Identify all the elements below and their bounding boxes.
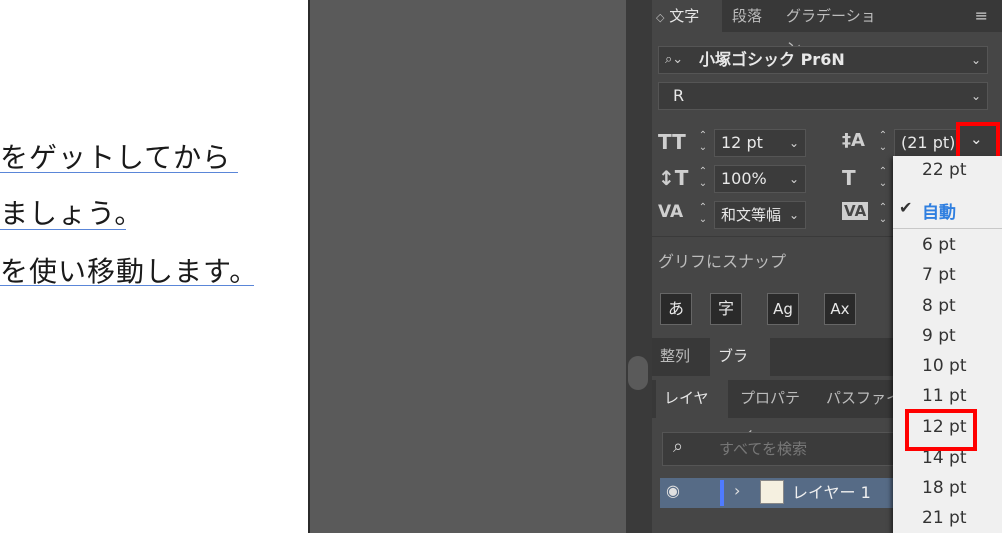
panel-menu-icon[interactable]: ≡ [975,0,988,32]
chevron-down-icon[interactable]: ⌄ [789,130,799,156]
kerning-field[interactable]: 和文等幅 ⌄ [714,201,806,229]
text-baseline-3 [0,285,254,286]
snap-proximity-button[interactable]: Ax [824,293,856,325]
leading-option-10pt[interactable]: 10 pt [922,356,967,376]
leading-option-14pt[interactable]: 14 pt [922,448,967,468]
tab-layers[interactable]: レイヤー [656,380,728,443]
vertical-scale-icon: ↕T [658,166,689,190]
tab-character[interactable]: ◇ 文字 [652,0,722,32]
horizontal-scale-icon: T [842,166,856,190]
character-tabbar: ◇ 文字 段落 グラデーション ≡ [652,0,1002,57]
chevron-down-icon[interactable]: ⌄ [789,202,799,228]
layer-color-indicator [720,480,724,506]
font-family-field[interactable]: ⌕⌄ 小塚ゴシック Pr6N ⌄ [658,46,988,74]
dropdown-divider [893,228,1002,229]
leading-icon: ‡A [842,130,865,151]
text-baseline-1 [0,172,238,173]
leading-stepper[interactable]: ⌃ ⌄ [874,130,892,156]
layer-name: レイヤー 1 [792,483,871,502]
collapse-icon: ◇ [656,11,665,24]
leading-option-18pt[interactable]: 18 pt [922,478,967,498]
font-style-value: R [673,86,685,105]
leading-option-11pt[interactable]: 11 pt [922,386,967,406]
layers-search-placeholder: すべてを検索 [719,440,808,458]
leading-option-21pt[interactable]: 21 pt [922,508,967,528]
tab-gradient[interactable]: グラデーション [778,0,888,57]
leading-value: (21 pt) [901,133,956,152]
leading-field[interactable]: (21 pt) [894,129,964,157]
tab-align[interactable]: 整列 [652,338,708,376]
tab-paragraph[interactable]: 段落 [724,0,774,32]
vertical-scale-field[interactable]: 100% ⌄ [714,165,806,193]
leading-option-9pt[interactable]: 9 pt [922,326,956,346]
search-icon: ⌕⌄ [665,52,684,67]
horizontal-scale-stepper[interactable]: ⌃ ⌄ [874,166,892,192]
font-size-stepper[interactable]: ⌃ ⌄ [694,130,712,156]
search-icon: ⌕ [673,436,684,457]
dock-resize-handle[interactable] [628,356,648,390]
layer-thumbnail [760,480,784,504]
text-baseline-2 [0,229,126,230]
leading-option-auto[interactable]: 自動 [922,198,956,223]
kerning-stepper[interactable]: ⌃ ⌄ [694,202,712,228]
font-size-value: 12 pt [721,133,763,152]
checkmark-icon: ✔ [899,198,913,217]
font-size-field[interactable]: 12 pt ⌄ [714,129,806,157]
tab-properties[interactable]: プロパティ [732,380,814,443]
kerning-icon: VA [658,202,684,222]
leading-option-7pt[interactable]: 7 pt [922,265,956,285]
snap-baseline-button[interactable]: あ [660,293,692,325]
chevron-down-icon[interactable]: ⌄ [789,166,799,192]
highlight-12pt-option [905,409,977,451]
leading-dropdown-list: 22 pt ✔ 自動 6 pt 7 pt 8 pt 9 pt 10 pt 11 … [893,156,1002,533]
vertical-scale-value: 100% [721,169,767,188]
tab-brush[interactable]: ブラシ [710,338,770,401]
text-line-2: ましょう。 [0,197,144,230]
tab-character-label: 文字 [669,7,700,25]
font-style-field[interactable]: R ⌄ [658,82,988,110]
pasteboard [310,0,626,533]
leading-option-6pt[interactable]: 6 pt [922,235,956,255]
snap-x-height-button[interactable]: 字 [710,293,742,325]
chevron-down-icon[interactable]: ⌄ [971,83,981,109]
text-line-3: を使い移動します。 [0,255,259,288]
chevron-right-icon[interactable]: › [734,481,740,500]
panel-dock-edge [626,0,652,533]
kerning-value: 和文等幅 [721,206,782,224]
tracking-icon: VA [842,202,869,220]
snap-glyph-bounds-button[interactable]: Ag [767,293,799,325]
vertical-scale-stepper[interactable]: ⌃ ⌄ [694,166,712,192]
snap-to-glyph-label: グリフにスナップ [658,252,787,271]
eye-icon[interactable]: ◉ [666,481,680,500]
artboard[interactable]: をゲットしてから ましょう。 を使い移動します。 [0,0,308,533]
tracking-stepper[interactable]: ⌃ ⌄ [874,202,892,228]
chevron-down-icon[interactable]: ⌄ [971,47,981,73]
font-size-icon: TT [658,130,686,154]
text-line-1: をゲットしてから [0,141,232,174]
leading-option-22pt[interactable]: 22 pt [922,160,967,180]
font-family-value: 小塚ゴシック Pr6N [699,50,845,69]
leading-option-8pt[interactable]: 8 pt [922,296,956,316]
